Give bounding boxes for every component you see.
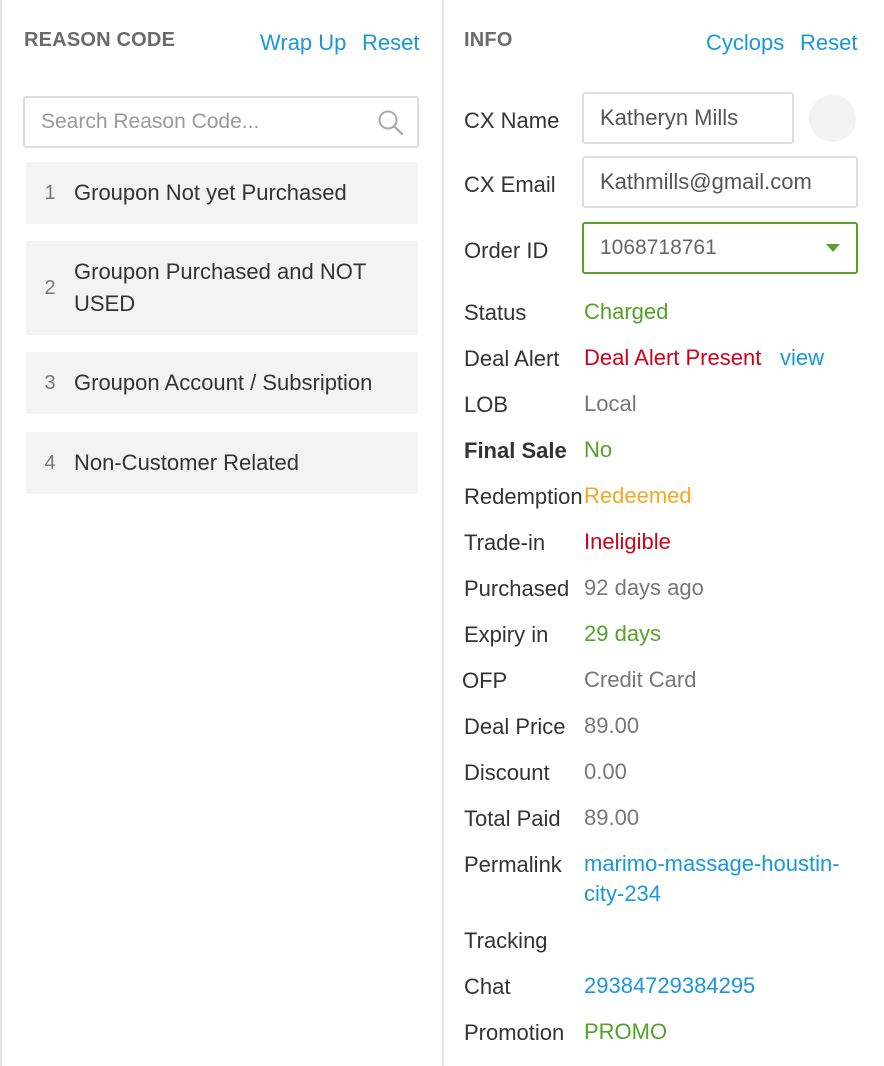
chat-label: Chat (464, 974, 511, 999)
reason-item-2[interactable]: 2 Groupon Purchased and NOT USED (26, 241, 418, 335)
ofp-label: OFP (462, 668, 508, 693)
reason-item-label: Groupon Purchased and NOT USED (74, 259, 366, 316)
deal-alert-value: Deal Alert Present (584, 345, 762, 370)
purchased-label: Purchased (464, 576, 570, 601)
info-panel: INFO Cyclops Reset CX Name CX Email Orde… (444, 0, 884, 1066)
lob-label: LOB (464, 392, 509, 417)
deal-alert-view-link[interactable]: view (780, 343, 824, 373)
tracking-label: Tracking (464, 928, 548, 953)
reason-item-label: Non-Customer Related (74, 450, 299, 475)
info-title: INFO (464, 29, 513, 51)
final-sale-value: No (584, 437, 613, 462)
deal-alert-label: Deal Alert (464, 346, 560, 371)
permalink-link[interactable]: marimo-massage-houstin- city-234 (584, 849, 840, 909)
reason-search-box (23, 96, 419, 148)
wrap-up-link[interactable]: Wrap Up (260, 30, 346, 56)
order-id-value: 1068718761 (600, 236, 717, 259)
expiry-value: 29 days (584, 621, 662, 646)
reason-item-4[interactable]: 4 Non-Customer Related (26, 432, 418, 494)
total-paid-label: Total Paid (464, 806, 561, 831)
reason-item-number: 4 (44, 451, 56, 474)
cx-name-field[interactable] (584, 94, 792, 142)
cx-email-label: CX Email (464, 172, 556, 197)
deal-price-label: Deal Price (464, 714, 566, 739)
cx-name-label: CX Name (464, 108, 560, 133)
lob-value: Local (584, 391, 637, 416)
reason-reset-link[interactable]: Reset (362, 30, 419, 56)
info-reset-link[interactable]: Reset (800, 30, 857, 56)
expiry-label: Expiry in (464, 622, 549, 647)
permalink-label: Permalink (464, 852, 562, 877)
reason-item-label: Groupon Not yet Purchased (74, 180, 347, 205)
promotion-value: PROMO (584, 1019, 668, 1044)
reason-search-input[interactable] (25, 98, 355, 146)
reason-item-1[interactable]: 1 Groupon Not yet Purchased (26, 162, 418, 224)
status-label: Status (464, 300, 527, 325)
reason-item-number: 1 (44, 181, 56, 204)
chevron-down-icon (826, 244, 840, 252)
purchased-value: 92 days ago (584, 575, 704, 600)
cyclops-link[interactable]: Cyclops (706, 30, 784, 56)
reason-item-number: 3 (44, 371, 56, 394)
permalink-line-1: marimo-massage-houstin- (584, 851, 840, 876)
trade-in-value: Ineligible (584, 529, 671, 554)
ofp-value: Credit Card (584, 667, 697, 692)
reason-item-number: 2 (44, 276, 56, 299)
discount-value: 0.00 (584, 759, 627, 784)
promotion-label: Promotion (464, 1020, 565, 1045)
reason-code-title: REASON CODE (24, 29, 176, 51)
search-icon[interactable] (377, 109, 405, 137)
discount-label: Discount (464, 760, 550, 785)
final-sale-label: Final Sale (464, 438, 567, 463)
cx-email-field-box (582, 156, 858, 208)
avatar[interactable] (809, 95, 856, 142)
cx-name-field-box (582, 92, 794, 144)
chat-link[interactable]: 29384729384295 (584, 971, 755, 1001)
reason-item-label: Groupon Account / Subsription (74, 370, 373, 395)
status-value: Charged (584, 299, 669, 324)
deal-price-value: 89.00 (584, 713, 640, 738)
order-id-label: Order ID (464, 238, 549, 263)
reason-code-panel: REASON CODE Wrap Up Reset 1 Groupon Not … (2, 0, 442, 1066)
redemption-label: Redemption (464, 484, 583, 509)
permalink-line-2: city-234 (584, 881, 662, 906)
redemption-value: Redeemed (584, 483, 692, 508)
trade-in-label: Trade-in (464, 530, 546, 555)
cx-email-field[interactable] (584, 158, 856, 206)
reason-item-3[interactable]: 3 Groupon Account / Subsription (26, 352, 418, 414)
order-id-select[interactable]: 1068718761 (582, 222, 858, 274)
total-paid-value: 89.00 (584, 805, 640, 830)
